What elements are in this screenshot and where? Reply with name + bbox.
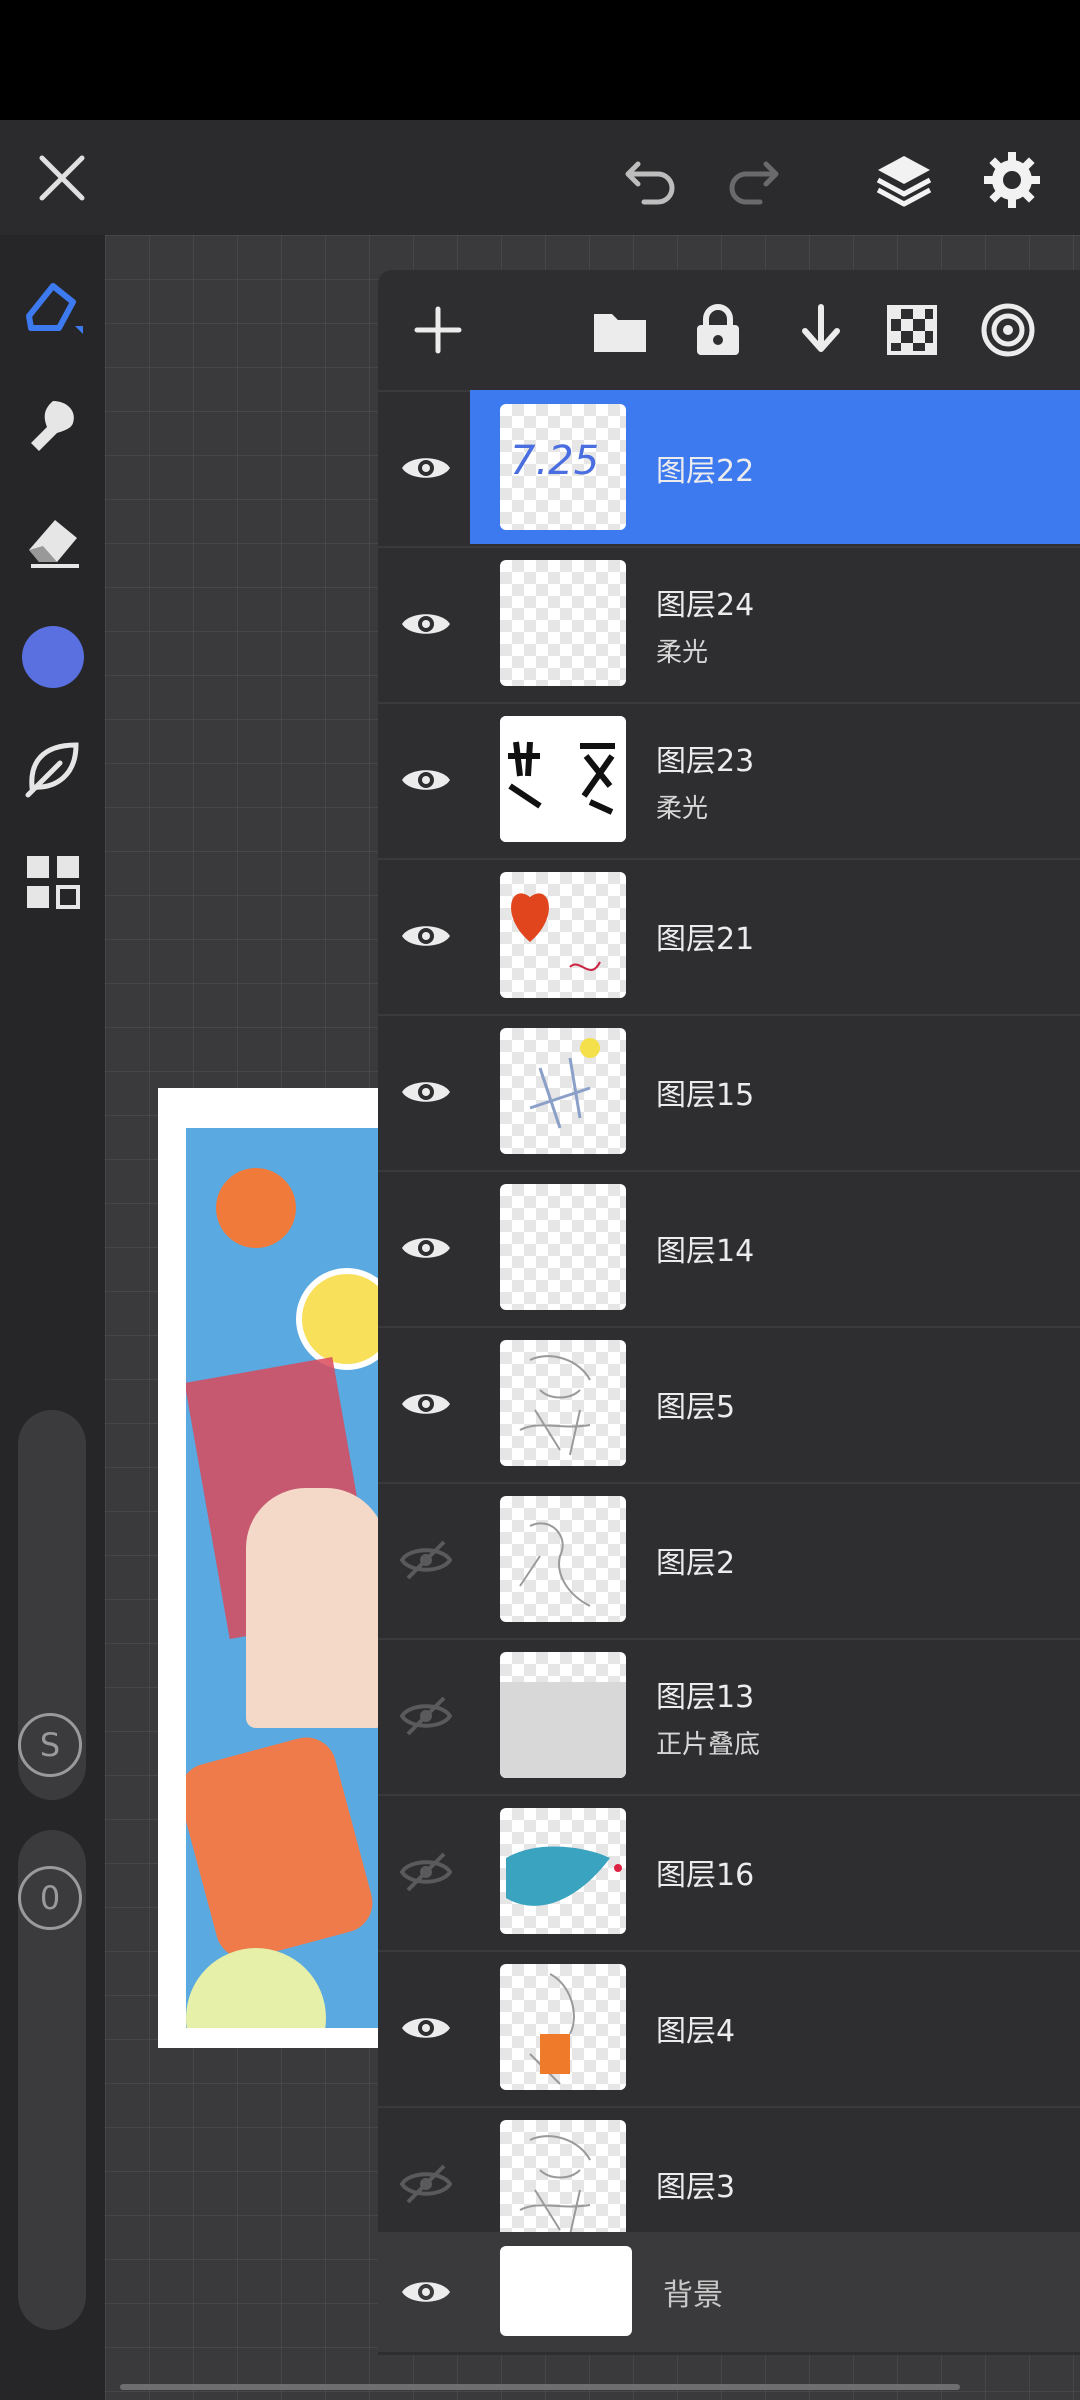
layer-row[interactable]: 图层24 柔光	[378, 546, 1080, 704]
layer-thumbnail	[500, 1028, 626, 1154]
layer-thumbnail	[500, 1340, 626, 1466]
close-icon[interactable]	[32, 148, 92, 208]
layer-thumbnail	[500, 1496, 626, 1622]
color-swatch[interactable]	[18, 622, 88, 692]
background-thumbnail	[500, 2246, 632, 2336]
layer-name: 图层14	[656, 1234, 755, 1269]
layer-thumbnail	[500, 1184, 626, 1310]
layer-row[interactable]: 7.25 图层22	[378, 390, 1080, 548]
settings-icon[interactable]	[980, 148, 1044, 212]
layer-name: 图层24	[656, 588, 755, 623]
smudge-icon[interactable]	[18, 390, 88, 460]
layer-thumbnail	[500, 872, 626, 998]
layer-name: 图层15	[656, 1078, 755, 1113]
eye-hidden-icon[interactable]	[398, 1844, 454, 1900]
eye-icon[interactable]	[398, 1220, 454, 1276]
eye-icon[interactable]	[398, 1064, 454, 1120]
layer-row[interactable]: 图层16	[378, 1794, 1080, 1952]
layers-icon[interactable]	[872, 148, 936, 212]
home-indicator	[120, 2384, 960, 2390]
eye-icon[interactable]	[398, 752, 454, 808]
eye-hidden-icon[interactable]	[398, 1688, 454, 1744]
eye-hidden-icon[interactable]	[398, 2156, 454, 2212]
eye-icon[interactable]	[398, 1376, 454, 1432]
lock-icon[interactable]	[688, 300, 748, 360]
size-button-label: S	[39, 1726, 61, 1764]
layer-name: 图层4	[656, 2014, 736, 2049]
layer-name: 背景	[663, 2278, 723, 2313]
layer-name: 图层21	[656, 922, 755, 957]
target-icon[interactable]	[978, 300, 1038, 360]
layer-row[interactable]: 图层23 柔光	[378, 702, 1080, 860]
layer-blend-mode: 柔光	[656, 794, 709, 824]
grid-icon[interactable]	[18, 847, 88, 917]
eye-icon[interactable]	[398, 596, 454, 652]
tool-sidebar: S 0	[0, 235, 105, 2400]
layer-blend-mode: 正片叠底	[656, 1730, 761, 1760]
merge-down-icon[interactable]	[786, 300, 846, 360]
leaf-icon[interactable]	[18, 735, 88, 805]
background-layer-row[interactable]: 背景	[378, 2232, 1080, 2352]
svg-text:7.25: 7.25	[510, 438, 599, 484]
brush-icon[interactable]	[18, 273, 88, 343]
layer-thumbnail	[500, 1652, 626, 1778]
layer-name: 图层5	[656, 1390, 736, 1425]
layer-panel: 7.25 图层22 图层24 柔光 图层23 柔光 图层21 图层15 图层14 图层5 图层2 图层…	[378, 270, 1080, 2355]
eye-icon[interactable]	[398, 908, 454, 964]
layer-thumbnail	[500, 1808, 626, 1934]
layer-thumbnail	[500, 2120, 626, 2246]
artwork-preview	[158, 1088, 378, 2048]
eraser-icon[interactable]	[18, 505, 88, 575]
layer-row[interactable]: 图层4	[378, 1950, 1080, 2108]
redo-icon[interactable]	[722, 152, 782, 208]
top-toolbar	[0, 120, 1080, 235]
opacity-button-label: 0	[39, 1879, 61, 1917]
layer-thumbnail	[500, 1964, 626, 2090]
layer-thumbnail: 7.25	[500, 404, 626, 530]
layer-name: 图层22	[656, 454, 755, 489]
layer-row[interactable]: 图层14	[378, 1170, 1080, 1328]
undo-icon[interactable]	[622, 152, 682, 208]
opacity-button[interactable]: 0	[18, 1866, 82, 1930]
layer-thumbnail	[500, 716, 626, 842]
layer-name: 图层13	[656, 1680, 755, 1715]
size-button[interactable]: S	[18, 1713, 82, 1777]
layer-row[interactable]: 图层5	[378, 1326, 1080, 1484]
layer-thumbnail	[500, 560, 626, 686]
layer-row[interactable]: 图层15	[378, 1014, 1080, 1172]
layer-row[interactable]: 图层2	[378, 1482, 1080, 1640]
eye-icon[interactable]	[398, 2264, 454, 2320]
checker-icon[interactable]	[882, 300, 942, 360]
folder-icon[interactable]	[590, 300, 650, 360]
layer-row[interactable]: 图层13 正片叠底	[378, 1638, 1080, 1796]
layer-row[interactable]: 图层21	[378, 858, 1080, 1016]
layer-blend-mode: 柔光	[656, 638, 709, 668]
eye-hidden-icon[interactable]	[398, 1532, 454, 1588]
layer-name: 图层2	[656, 1546, 736, 1581]
layer-toolbar	[378, 270, 1080, 392]
layer-name: 图层16	[656, 1858, 755, 1893]
add-icon[interactable]	[408, 300, 468, 360]
layer-name: 图层23	[656, 744, 755, 779]
status-bar	[0, 0, 1080, 120]
eye-icon[interactable]	[398, 440, 454, 496]
eye-icon[interactable]	[398, 2000, 454, 2056]
layer-name: 图层3	[656, 2170, 736, 2205]
